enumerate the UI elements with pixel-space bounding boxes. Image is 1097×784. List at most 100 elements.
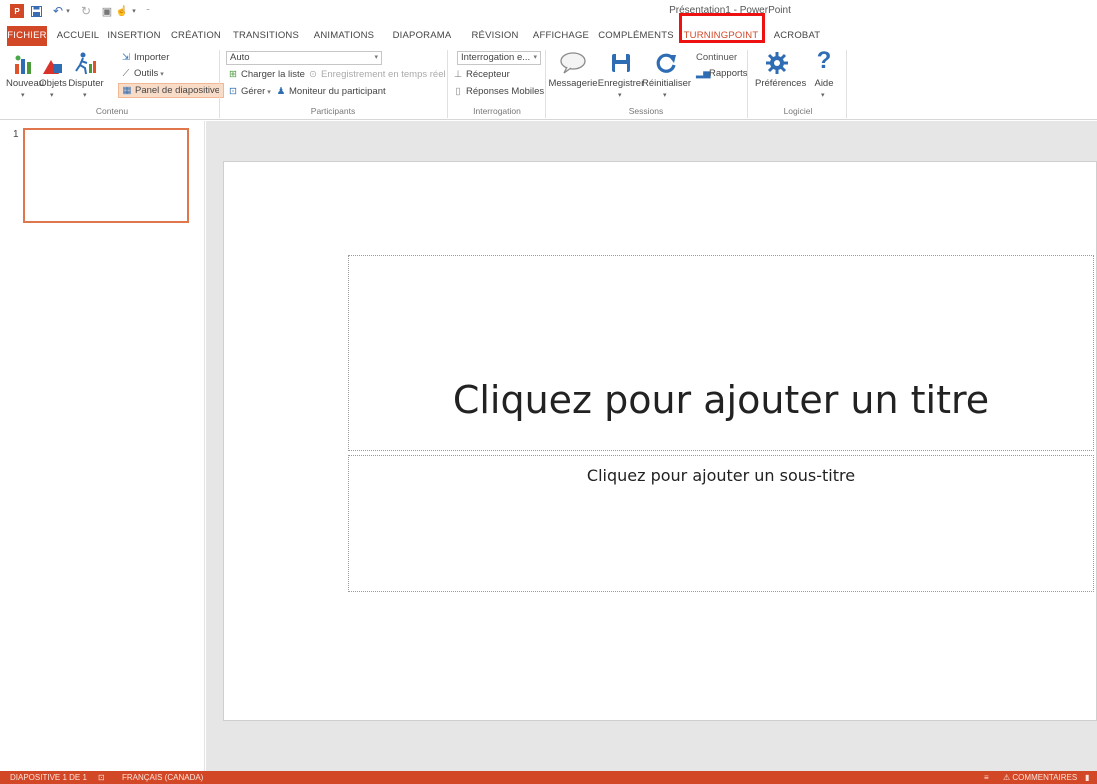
ribbon: Nouveau ▾ Objets ▾ Disputer ▾ ⇲ Importer … bbox=[0, 46, 1097, 120]
touch-mode-icon[interactable]: ☝ bbox=[116, 4, 128, 18]
tab-accueil[interactable]: ACCUEIL bbox=[55, 27, 101, 45]
title-placeholder-text: Cliquez pour ajouter un titre bbox=[452, 378, 990, 422]
enregistrer-button[interactable]: Enregistrer bbox=[597, 78, 645, 89]
reports-chart-icon: ▂▅ bbox=[696, 68, 711, 79]
charger-liste-button[interactable]: ⊞ Charger la liste bbox=[228, 69, 305, 80]
panel-label: Panel de diapositive bbox=[135, 85, 221, 96]
language-indicator[interactable]: FRANÇAIS (CANADA) bbox=[122, 773, 203, 782]
powerpoint-icon[interactable]: P bbox=[10, 4, 24, 18]
messagerie-button[interactable]: Messagerie bbox=[548, 78, 598, 89]
chevron-down-icon[interactable]: ▾ bbox=[83, 91, 87, 99]
chevron-down-icon[interactable]: ▾ bbox=[618, 91, 622, 99]
tab-acrobat[interactable]: ACROBAT bbox=[770, 27, 824, 45]
group-label-logiciel: Logiciel bbox=[783, 106, 813, 116]
title-bar: P ↶ ▾ ↻ ▣ ☝ ▾ ⁼ Présentation1 - PowerPoi… bbox=[0, 0, 1097, 22]
customize-qat-icon[interactable]: ⁼ bbox=[144, 4, 152, 18]
outils-label: Outils bbox=[134, 68, 159, 79]
gerer-button[interactable]: ⊡ Gérer ▾ bbox=[228, 86, 271, 97]
chevron-down-icon[interactable]: ▾ bbox=[21, 91, 25, 99]
tab-animations[interactable]: ANIMATIONS bbox=[308, 27, 380, 45]
continuer-button[interactable]: Continuer bbox=[696, 52, 737, 63]
tab-transitions[interactable]: TRANSITIONS bbox=[230, 27, 302, 45]
tab-diaporama[interactable]: DIAPORAMA bbox=[386, 27, 458, 45]
group-label-sessions: Sessions bbox=[628, 106, 664, 116]
group-label-interrogation: Interrogation bbox=[473, 106, 521, 116]
slide-thumbnail-pane: 1 bbox=[0, 121, 205, 771]
gear-icon[interactable] bbox=[765, 51, 789, 75]
save-session-icon[interactable] bbox=[610, 52, 632, 74]
reinitialiser-button[interactable]: Réinitialiser bbox=[642, 78, 691, 89]
undo-dropdown-icon[interactable]: ▾ bbox=[64, 4, 72, 18]
subtitle-placeholder[interactable]: Cliquez pour ajouter un sous-titre bbox=[348, 455, 1094, 592]
slide-canvas[interactable]: Cliquez pour ajouter un titre Cliquez po… bbox=[223, 161, 1097, 721]
mobile-icon: ▯ bbox=[455, 86, 461, 97]
slide-panel-icon: ▦ bbox=[122, 85, 132, 96]
tab-insertion[interactable]: INSERTION bbox=[106, 27, 162, 45]
chevron-down-icon[interactable]: ▾ bbox=[821, 91, 825, 99]
reset-icon[interactable] bbox=[654, 51, 678, 75]
group-divider bbox=[747, 50, 748, 118]
chevron-down-icon[interactable]: ▾ bbox=[50, 91, 54, 99]
interrogation-mode-dropdown[interactable]: Interrogation e... ▾ bbox=[457, 51, 541, 65]
group-label-participants: Participants bbox=[310, 106, 356, 116]
start-from-beginning-icon[interactable]: ▣ bbox=[100, 4, 114, 18]
notes-icon[interactable]: ≡ bbox=[984, 773, 989, 782]
compete-runner-icon[interactable] bbox=[72, 52, 98, 76]
objects-icon[interactable] bbox=[41, 54, 65, 76]
touch-dropdown-icon[interactable]: ▾ bbox=[130, 4, 138, 18]
participant-list-dropdown[interactable]: Auto ▾ bbox=[226, 51, 382, 65]
enregistrement-temps-reel-button[interactable]: ⊙ Enregistrement en temps réel bbox=[308, 69, 446, 80]
tab-complements[interactable]: COMPLÉMENTS bbox=[598, 27, 674, 45]
enregistrement-label: Enregistrement en temps réel bbox=[321, 69, 446, 80]
gerer-label: Gérer bbox=[241, 86, 266, 97]
chevron-down-icon[interactable]: ▾ bbox=[663, 91, 667, 99]
moniteur-label: Moniteur du participant bbox=[289, 86, 386, 97]
slide-thumbnail[interactable] bbox=[23, 128, 189, 223]
save-icon[interactable] bbox=[30, 4, 42, 18]
reponses-label: Réponses Mobiles bbox=[466, 86, 545, 97]
moniteur-participant-button[interactable]: ♟ Moniteur du participant bbox=[276, 86, 386, 97]
group-divider bbox=[219, 50, 220, 118]
slide-editing-area: Cliquez pour ajouter un titre Cliquez po… bbox=[206, 121, 1097, 771]
messaging-icon[interactable] bbox=[558, 51, 588, 75]
nouveau-button[interactable]: Nouveau bbox=[6, 78, 44, 89]
reponses-mobiles-button[interactable]: ▯ Réponses Mobiles bbox=[453, 86, 544, 97]
undo-icon[interactable]: ↶ bbox=[52, 4, 64, 18]
tab-creation[interactable]: CRÉATION bbox=[168, 27, 224, 45]
rapports-label: Rapports bbox=[709, 68, 748, 79]
receiver-icon: ⊥ bbox=[453, 69, 463, 80]
objets-button[interactable]: Objets bbox=[39, 78, 67, 89]
group-divider bbox=[447, 50, 448, 118]
group-label-contenu: Contenu bbox=[95, 106, 129, 116]
tab-fichier[interactable]: FICHIER bbox=[7, 26, 47, 46]
disputer-button[interactable]: Disputer bbox=[68, 78, 104, 89]
slide-indicator[interactable]: DIAPOSITIVE 1 DE 1 bbox=[10, 773, 87, 782]
charger-label: Charger la liste bbox=[241, 69, 305, 80]
spell-check-icon[interactable]: ⊡ bbox=[98, 773, 105, 782]
importer-button[interactable]: ⇲ Importer bbox=[121, 52, 169, 63]
aide-button[interactable]: Aide bbox=[810, 78, 838, 89]
redo-icon[interactable]: ↻ bbox=[80, 4, 92, 18]
chevron-down-icon: ▾ bbox=[533, 54, 537, 61]
rapports-button[interactable]: ▂▅Rapports bbox=[696, 68, 748, 79]
preferences-button[interactable]: Préférences bbox=[755, 78, 806, 89]
chevron-down-icon: ▾ bbox=[374, 54, 378, 61]
help-icon[interactable]: ? bbox=[815, 47, 833, 75]
slide-number: 1 bbox=[13, 129, 19, 140]
panel-diapositive-button[interactable]: ▦ Panel de diapositive bbox=[118, 83, 225, 98]
comment-bubble-icon[interactable]: ▮ bbox=[1085, 773, 1089, 782]
recepteur-button[interactable]: ⊥ Récepteur bbox=[453, 69, 510, 80]
ribbon-tabs: FICHIER ACCUEIL INSERTION CRÉATION TRANS… bbox=[0, 24, 1097, 46]
tab-revision[interactable]: RÉVISION bbox=[464, 27, 526, 45]
tab-affichage[interactable]: AFFICHAGE bbox=[530, 27, 592, 45]
title-placeholder[interactable]: Cliquez pour ajouter un titre bbox=[348, 255, 1094, 451]
new-slide-chart-icon[interactable] bbox=[12, 54, 38, 76]
comment-icon: ⚠ bbox=[1003, 773, 1013, 782]
outils-button[interactable]: ⟋ Outils ▾ bbox=[121, 68, 164, 79]
group-divider bbox=[545, 50, 546, 118]
load-list-icon: ⊞ bbox=[229, 69, 237, 80]
comments-button[interactable]: ⚠ COMMENTAIRES bbox=[1003, 773, 1077, 782]
tools-icon: ⟋ bbox=[122, 68, 130, 79]
realtime-icon: ⊙ bbox=[309, 69, 317, 80]
monitor-icon: ♟ bbox=[276, 86, 286, 97]
